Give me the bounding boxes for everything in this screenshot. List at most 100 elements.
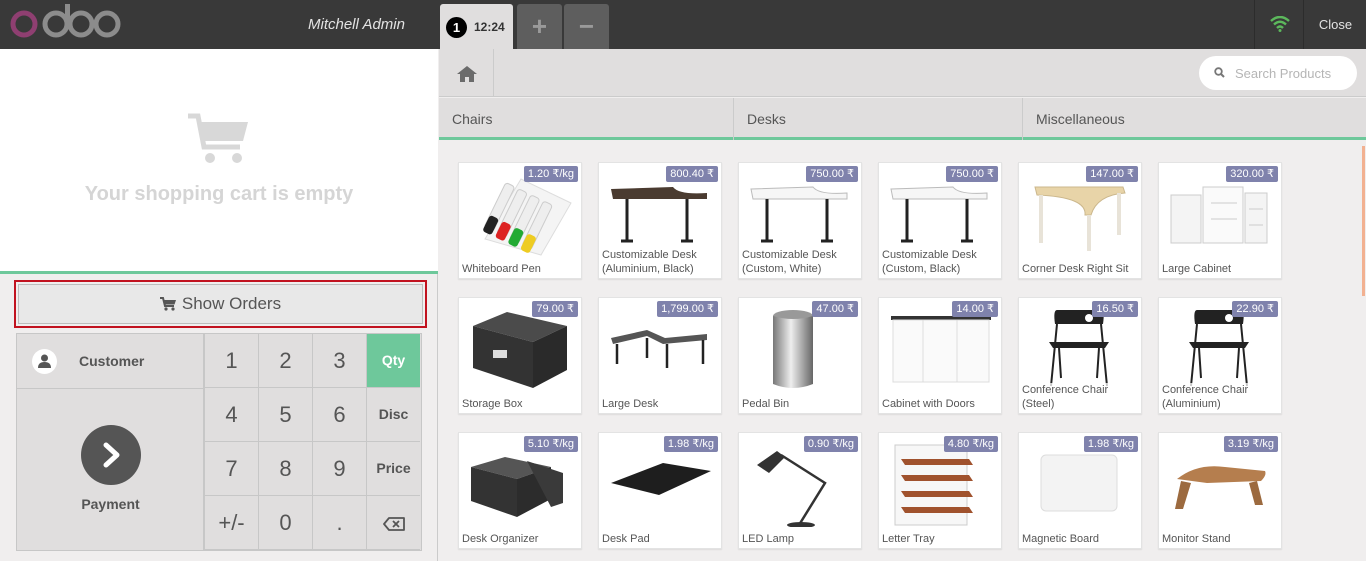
product-card[interactable]: 4.80 ₹/kg Letter Tray	[878, 432, 1002, 549]
product-card[interactable]: 1.98 ₹/kg Magnetic Board	[1018, 432, 1142, 549]
empty-cart-message: Your shopping cart is empty	[84, 183, 354, 205]
product-price: 0.90 ₹/kg	[803, 436, 858, 452]
desk-pad-icon	[611, 463, 711, 495]
product-card[interactable]: 79.00 ₹ Storage Box	[458, 297, 582, 414]
desk-icon	[750, 186, 848, 243]
product-price: 3.19 ₹/kg	[1223, 436, 1278, 452]
product-price: 47.00 ₹	[812, 301, 858, 317]
numpad-key-decimal[interactable]: .	[312, 496, 366, 550]
home-button[interactable]	[439, 49, 494, 97]
storage-box-icon	[473, 312, 567, 388]
show-orders-highlight: Show Orders	[14, 280, 427, 328]
product-price: 16.50 ₹	[1092, 301, 1138, 317]
product-name: Desk Pad	[602, 532, 720, 546]
search-input[interactable]	[1235, 64, 1350, 82]
product-card[interactable]: 800.40 ₹ Customizable Desk (Aluminium, B…	[598, 162, 722, 279]
numpad-key-4[interactable]: 4	[204, 388, 258, 442]
product-name: Large Desk	[602, 397, 720, 411]
wifi-icon	[1270, 16, 1290, 32]
search-icon	[1214, 67, 1225, 78]
product-price: 750.00 ₹	[806, 166, 858, 182]
mode-disc-button[interactable]: Disc	[366, 388, 420, 442]
product-card[interactable]: 147.00 ₹ Corner Desk Right Sit	[1018, 162, 1142, 279]
desk-icon	[890, 186, 988, 243]
product-card[interactable]: 1,799.00 ₹ Large Desk	[598, 297, 722, 414]
numpad-key-5[interactable]: 5	[258, 388, 312, 442]
pedal-bin-icon	[773, 310, 813, 388]
product-price: 79.00 ₹	[532, 301, 578, 317]
whiteboard-pen-icon	[483, 178, 572, 256]
product-card[interactable]: 1.98 ₹/kg Desk Pad	[598, 432, 722, 549]
product-card[interactable]: 0.90 ₹/kg LED Lamp	[738, 432, 862, 549]
product-card[interactable]: 1.20 ₹/kg Whiteboard Pen	[458, 162, 582, 279]
cashier-name[interactable]: Mitchell Admin	[308, 16, 405, 33]
desk-organizer-icon	[471, 457, 563, 517]
product-card[interactable]: 5.10 ₹/kg Desk Organizer	[458, 432, 582, 549]
search-box	[1199, 56, 1357, 90]
order-tab[interactable]: 1 12:24	[440, 4, 513, 49]
mode-qty-button[interactable]: Qty	[366, 334, 420, 388]
product-name: Cabinet with Doors	[882, 397, 1000, 411]
payment-circle	[81, 425, 141, 485]
customer-button[interactable]: Customer	[17, 334, 204, 389]
order-pane: Your shopping cart is empty Show Orders …	[0, 49, 438, 561]
backspace-icon	[382, 517, 405, 531]
control-panel: Customer Payment 1 2 3 Qty 4 5 6 Disc 7 …	[16, 333, 422, 551]
numpad-key-3[interactable]: 3	[312, 334, 366, 388]
product-card[interactable]: 16.50 ₹ Conference Chair (Steel)	[1018, 297, 1142, 414]
numpad-backspace[interactable]	[366, 496, 420, 550]
product-price: 22.90 ₹	[1232, 301, 1278, 317]
product-card[interactable]: 750.00 ₹ Customizable Desk (Custom, Blac…	[878, 162, 1002, 279]
product-list: 1.20 ₹/kg Whiteboard Pen 800.40 ₹ Custom…	[439, 143, 1359, 561]
product-card[interactable]: 47.00 ₹ Pedal Bin	[738, 297, 862, 414]
connection-status[interactable]	[1254, 0, 1304, 49]
chevron-right-icon	[103, 442, 120, 468]
product-name: Conference Chair (Aluminium)	[1162, 383, 1280, 411]
numpad-key-9[interactable]: 9	[312, 442, 366, 496]
product-name: Letter Tray	[882, 532, 1000, 546]
letter-tray-icon	[894, 444, 973, 526]
product-price: 147.00 ₹	[1086, 166, 1138, 182]
category-chairs[interactable]: Chairs	[439, 98, 734, 140]
category-desks[interactable]: Desks	[734, 98, 1023, 140]
numpad-key-2[interactable]: 2	[258, 334, 312, 388]
category-miscellaneous[interactable]: Miscellaneous	[1023, 98, 1366, 140]
cart-icon	[159, 297, 176, 311]
cabinet-doors-icon	[891, 316, 991, 383]
mode-price-button[interactable]: Price	[366, 442, 420, 496]
chair-icon	[1049, 310, 1109, 387]
numpad-key-8[interactable]: 8	[258, 442, 312, 496]
product-price: 14.00 ₹	[952, 301, 998, 317]
magnetic-board-icon	[1040, 454, 1118, 512]
product-price: 1.98 ₹/kg	[663, 436, 718, 452]
numpad-key-1[interactable]: 1	[204, 334, 258, 388]
product-price: 4.80 ₹/kg	[943, 436, 998, 452]
product-name: Storage Box	[462, 397, 580, 411]
numpad-key-7[interactable]: 7	[204, 442, 258, 496]
add-order-button[interactable]: +	[517, 4, 562, 49]
remove-order-button[interactable]: −	[564, 4, 609, 49]
product-name: Monitor Stand	[1162, 532, 1280, 546]
numpad-key-plus-minus[interactable]: +/-	[204, 496, 258, 550]
payment-button[interactable]: Payment	[17, 389, 204, 550]
shopping-cart-icon	[188, 113, 248, 163]
avatar	[32, 349, 57, 374]
corner-desk-icon	[1034, 186, 1126, 251]
odoo-logo	[10, 4, 121, 38]
chair-icon	[1189, 310, 1249, 387]
product-name: Corner Desk Right Sit	[1022, 262, 1140, 276]
order-cart: Your shopping cart is empty	[0, 49, 438, 274]
product-card[interactable]: 14.00 ₹ Cabinet with Doors	[878, 297, 1002, 414]
product-card[interactable]: 750.00 ₹ Customizable Desk (Custom, Whit…	[738, 162, 862, 279]
numpad-key-0[interactable]: 0	[258, 496, 312, 550]
product-card[interactable]: 320.00 ₹ Large Cabinet	[1158, 162, 1282, 279]
product-card[interactable]: 3.19 ₹/kg Monitor Stand	[1158, 432, 1282, 549]
product-price: 800.40 ₹	[666, 166, 718, 182]
numpad-key-6[interactable]: 6	[312, 388, 366, 442]
show-orders-button[interactable]: Show Orders	[18, 284, 423, 324]
cabinet-icon	[1170, 186, 1268, 244]
scrollbar-thumb[interactable]	[1362, 146, 1365, 296]
product-name: LED Lamp	[742, 532, 860, 546]
close-button[interactable]: Close	[1305, 0, 1366, 49]
product-card[interactable]: 22.90 ₹ Conference Chair (Aluminium)	[1158, 297, 1282, 414]
